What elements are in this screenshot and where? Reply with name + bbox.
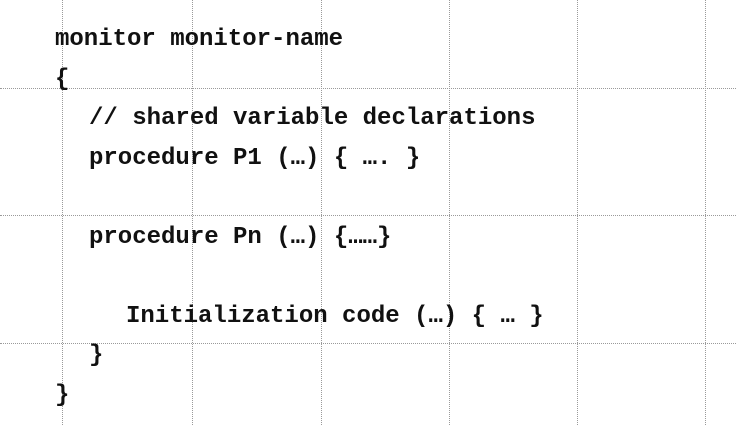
guide-line-vertical	[577, 0, 578, 425]
close-brace-line: }	[55, 382, 70, 409]
initialization-code-line: Initialization code (…) { … }	[126, 303, 544, 330]
guide-line-vertical	[62, 0, 63, 425]
guide-line-horizontal	[0, 343, 736, 344]
guide-line-vertical	[192, 0, 193, 425]
procedure-p1-line: procedure P1 (…) { …. }	[89, 145, 421, 172]
guide-line-vertical	[449, 0, 450, 425]
procedure-pn-line: procedure Pn (…) {……}	[89, 224, 392, 251]
monitor-declaration-line: monitor monitor-name	[55, 26, 344, 53]
guide-line-horizontal	[0, 88, 736, 89]
open-brace-line: {	[55, 66, 70, 93]
guide-line-vertical	[321, 0, 322, 425]
guide-line-vertical	[705, 0, 706, 425]
guide-line-horizontal	[0, 215, 736, 216]
shared-variables-comment-line: // shared variable declarations	[89, 105, 536, 132]
inner-close-brace-line: }	[89, 342, 104, 369]
